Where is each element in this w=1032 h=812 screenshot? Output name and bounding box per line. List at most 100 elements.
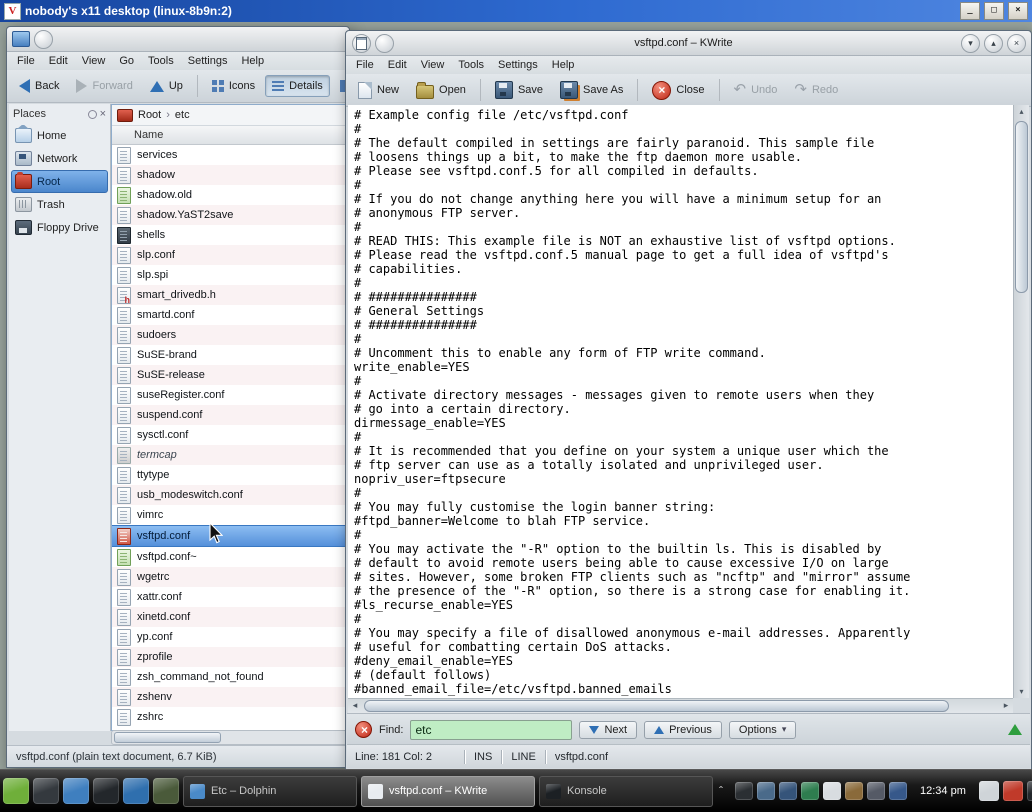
close-button[interactable]: × [1007, 33, 1026, 53]
web-browser-icon[interactable] [123, 778, 149, 804]
places-float-icon[interactable] [87, 109, 97, 119]
undo-button[interactable]: ↶ Undo [727, 77, 785, 103]
kwrite-app-icon[interactable] [352, 33, 371, 53]
show-desktop-icon[interactable] [33, 778, 59, 804]
menu-view[interactable]: View [75, 55, 113, 67]
vnc-close-button[interactable]: × [1008, 2, 1028, 20]
file-row-wgetrc[interactable]: wgetrc [112, 567, 346, 587]
save-button[interactable]: Save [488, 76, 550, 104]
document-tray-icon[interactable] [823, 782, 841, 800]
tray-expander-icon[interactable]: ˆ [719, 784, 723, 798]
breadcrumb-etc[interactable]: etc [175, 109, 190, 121]
file-row-vimrc[interactable]: vimrc [112, 505, 346, 525]
dolphin-titlebar[interactable] [7, 27, 349, 52]
display-tray-icon[interactable] [779, 782, 797, 800]
save-as-button[interactable]: Save As [553, 76, 630, 104]
open-button[interactable]: Open [409, 77, 473, 104]
forward-button[interactable]: Forward [69, 74, 139, 98]
konsole-icon[interactable] [93, 778, 119, 804]
info-tray-icon[interactable] [889, 782, 907, 800]
file-row-sysctl-conf[interactable]: sysctl.conf [112, 425, 346, 445]
close-document-button[interactable]: Close [645, 76, 711, 105]
file-row-ttytype[interactable]: ttytype [112, 465, 346, 485]
file-row-xinetd-conf[interactable]: xinetd.conf [112, 607, 346, 627]
file-row-yp-conf[interactable]: yp.conf [112, 627, 346, 647]
file-row-suseregister-conf[interactable]: suseRegister.conf [112, 385, 346, 405]
file-row-smartd-conf[interactable]: smartd.conf [112, 305, 346, 325]
menu-settings[interactable]: Settings [491, 59, 545, 71]
place-item-root[interactable]: Root [11, 170, 108, 193]
menu-file[interactable]: File [10, 55, 42, 67]
details-view-button[interactable]: Details [265, 75, 330, 97]
find-previous-button[interactable]: Previous [644, 720, 722, 739]
redo-button[interactable]: ↷ Redo [787, 77, 845, 103]
find-options-button[interactable]: Options ▾ [728, 720, 797, 739]
menu-help[interactable]: Help [234, 55, 271, 67]
file-row-zshrc[interactable]: zshrc [112, 707, 346, 727]
vertical-scrollbar[interactable]: ▴ ▾ [1013, 105, 1029, 698]
file-manager-icon[interactable] [153, 778, 179, 804]
menu-tools[interactable]: Tools [141, 55, 181, 67]
menu-go[interactable]: Go [112, 55, 141, 67]
up-button[interactable]: Up [143, 75, 190, 97]
file-row-shells[interactable]: shells [112, 225, 346, 245]
device-notifier-icon[interactable] [978, 781, 999, 801]
scrollbar-thumb[interactable] [364, 700, 949, 712]
horizontal-scrollbar[interactable]: ◂ ▸ [348, 698, 1013, 713]
maximize-button[interactable]: ▴ [984, 33, 1003, 53]
dolphin-icon[interactable] [63, 778, 89, 804]
place-item-trash[interactable]: Trash [11, 193, 108, 216]
file-row-smart-drivedb-h[interactable]: smart_drivedb.h [112, 285, 346, 305]
place-item-home[interactable]: Home [11, 124, 108, 147]
scroll-down-icon[interactable]: ▾ [1014, 685, 1029, 698]
file-row-slp-spi[interactable]: slp.spi [112, 265, 346, 285]
minimize-button[interactable]: ▾ [961, 33, 980, 53]
clock[interactable]: 12:34 pm [920, 785, 966, 797]
menu-file[interactable]: File [349, 59, 381, 71]
file-row-slp-conf[interactable]: slp.conf [112, 245, 346, 265]
new-button[interactable]: New [351, 77, 406, 104]
menu-tools[interactable]: Tools [451, 59, 491, 71]
file-row-usb-modeswitch-conf[interactable]: usb_modeswitch.conf [112, 485, 346, 505]
scroll-right-icon[interactable]: ▸ [999, 699, 1013, 712]
back-button[interactable]: Back [12, 74, 66, 98]
volume-tray-icon[interactable] [867, 782, 885, 800]
settings-tray-icon[interactable] [757, 782, 775, 800]
suse-menu-icon[interactable] [3, 778, 29, 804]
vnc-minimize-button[interactable]: _ [960, 2, 980, 20]
file-row-shadow-old[interactable]: shadow.old [112, 185, 346, 205]
kwrite-window-menu-button[interactable] [375, 33, 394, 53]
vnc-titlebar[interactable]: V nobody's x11 desktop (linux-8b9n:2) _ … [0, 0, 1032, 22]
lock-icon[interactable] [1026, 781, 1032, 801]
file-row-suspend-conf[interactable]: suspend.conf [112, 405, 346, 425]
menu-edit[interactable]: Edit [381, 59, 414, 71]
file-row-xattr-conf[interactable]: xattr.conf [112, 587, 346, 607]
find-next-button[interactable]: Next [579, 720, 638, 739]
menu-settings[interactable]: Settings [181, 55, 235, 67]
menu-edit[interactable]: Edit [42, 55, 75, 67]
file-row-zshenv[interactable]: zshenv [112, 687, 346, 707]
file-row-suse-brand[interactable]: SuSE-brand [112, 345, 346, 365]
scroll-left-icon[interactable]: ◂ [348, 699, 362, 712]
taskbar-task-etc-dolphin[interactable]: Etc – Dolphin [183, 775, 357, 807]
file-row-suse-release[interactable]: SuSE-release [112, 365, 346, 385]
file-row-vsftpd-conf[interactable]: vsftpd.conf~ [112, 547, 346, 567]
file-row-termcap[interactable]: termcap [112, 445, 346, 465]
scrollbar-thumb[interactable] [1015, 121, 1028, 293]
kwrite-titlebar[interactable]: vsftpd.conf – KWrite ▾ ▴ × [346, 31, 1031, 56]
scrollbar-thumb[interactable] [114, 732, 222, 743]
file-row-shadow-yast2save[interactable]: shadow.YaST2save [112, 205, 346, 225]
editor[interactable]: # Example config file /etc/vsftpd.conf # #… [348, 105, 1013, 701]
dolphin-window-menu-button[interactable] [34, 29, 53, 49]
icons-view-button[interactable]: Icons [205, 75, 262, 97]
file-row-services[interactable]: services [112, 145, 346, 165]
power-icon[interactable] [1002, 781, 1023, 801]
expand-search-icon[interactable] [1008, 724, 1022, 735]
breadcrumb-root[interactable]: Root [138, 109, 161, 121]
places-close-icon[interactable]: × [100, 108, 106, 120]
place-item-floppy-drive[interactable]: Floppy Drive [11, 216, 108, 239]
close-find-bar-icon[interactable] [355, 721, 373, 738]
network-tray-icon[interactable] [801, 782, 819, 800]
file-row-sudoers[interactable]: sudoers [112, 325, 346, 345]
place-item-network[interactable]: Network [11, 147, 108, 170]
